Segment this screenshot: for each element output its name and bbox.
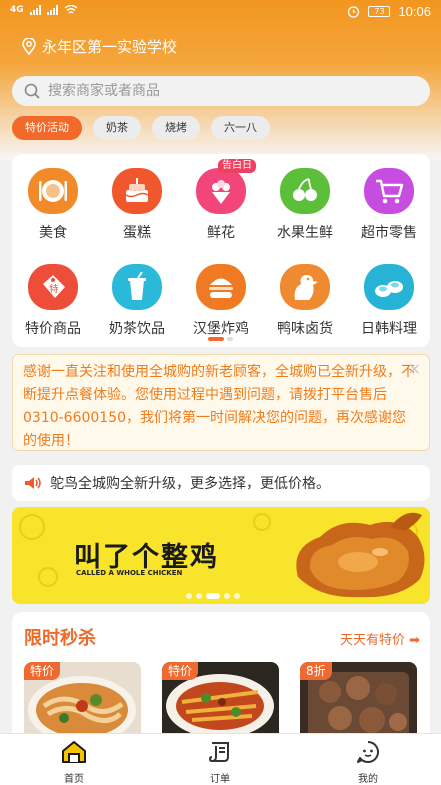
product-tag: 特价 <box>162 662 199 680</box>
category-label: 超市零售 <box>361 225 417 241</box>
flash-product-card[interactable]: 特价 <box>24 662 141 737</box>
food-icon <box>28 168 78 214</box>
category-label: 蛋糕 <box>123 225 151 241</box>
category-fruit[interactable]: 水果生鲜 <box>264 168 346 242</box>
banner-subtitle: CALLED A WHOLE CHICKEN <box>76 569 183 577</box>
category-page-indicator <box>208 337 233 341</box>
search-input[interactable] <box>48 83 388 99</box>
banner-page-indicator <box>186 593 240 599</box>
tab-label: 首页 <box>64 774 84 785</box>
status-bar: 4G 73 10:06 <box>0 0 441 26</box>
category-supermarket[interactable]: 超市零售 <box>348 168 430 242</box>
category-label: 鸭味卤货 <box>277 321 333 337</box>
category-label: 汉堡炸鸡 <box>193 321 249 337</box>
fried-chicken-image <box>296 512 425 598</box>
product-tag: 8折 <box>300 662 332 680</box>
category-specials[interactable]: 特 特价商品 <box>12 264 94 338</box>
drink-icon <box>112 264 162 310</box>
sushi-icon <box>364 264 414 310</box>
category-label: 日韩料理 <box>361 321 417 337</box>
chip-special-offer[interactable]: 特价活动 <box>12 116 82 140</box>
location-selector[interactable]: 永年区第一实验学校 <box>22 36 177 57</box>
signal-icon-2 <box>46 5 58 15</box>
category-food[interactable]: 美食 <box>12 168 94 242</box>
flash-product-card[interactable]: 8折 <box>300 662 417 737</box>
signal-icon <box>29 5 41 15</box>
wifi-icon <box>64 5 78 14</box>
cake-icon <box>112 168 162 214</box>
tab-label: 我的 <box>358 774 378 785</box>
flower-icon: 告白日 <box>196 159 256 214</box>
search-icon <box>24 83 40 99</box>
flash-product-card[interactable]: 特价 <box>162 662 279 737</box>
category-duck[interactable]: 鸭味卤货 <box>264 264 346 338</box>
hot-tags: 特价活动 奶茶 烧烤 六一八 <box>12 116 270 140</box>
category-label: 水果生鲜 <box>277 225 333 241</box>
category-label: 奶茶饮品 <box>109 321 165 337</box>
price-tag-icon: 特 <box>28 264 78 310</box>
announcement-text: 鸵鸟全城购全新升级，更多选择，更低价格。 <box>50 476 330 492</box>
svg-text:特: 特 <box>49 283 58 295</box>
announcement-bar[interactable]: 鸵鸟全城购全新升级，更多选择，更低价格。 <box>12 465 430 501</box>
arrow-right-icon: ➡ <box>404 633 420 648</box>
home-icon <box>62 741 86 763</box>
location-name: 永年区第一实验学校 <box>42 38 178 56</box>
category-grid: 美食 蛋糕 告白日 鲜花 水果生鲜 超市零售 特 特价商品 奶茶饮品 汉堡炸鸡 … <box>12 154 430 347</box>
burger-icon <box>196 264 246 310</box>
category-label: 美食 <box>39 225 67 241</box>
profile-icon <box>357 741 379 763</box>
alarm-icon <box>348 6 360 18</box>
flash-sale-title: 限时秒杀 <box>24 628 96 649</box>
notice-box: × 感谢一直关注和使用全城购的新老顾客，全城购已全新升级，不断提升点餐体验。您使… <box>12 354 430 451</box>
tab-orders[interactable]: 订单 <box>190 740 250 785</box>
product-tag: 特价 <box>24 662 61 680</box>
tab-home[interactable]: 首页 <box>44 740 104 785</box>
chip-bbq[interactable]: 烧烤 <box>152 116 200 140</box>
battery-icon: 73 <box>368 6 391 17</box>
promo-banner[interactable]: 叫了个整鸡 CALLED A WHOLE CHICKEN <box>12 507 430 604</box>
location-pin-icon <box>22 38 36 55</box>
speaker-icon <box>25 477 41 489</box>
status-time: 10:06 <box>398 4 431 19</box>
notice-text: 感谢一直关注和使用全城购的新老顾客，全城购已全新升级，不断提升点餐体验。您使用过… <box>23 364 415 449</box>
flash-sale-section: 限时秒杀 天天有特价 ➡ 特价 特价 8折 <box>12 612 430 737</box>
cart-icon <box>364 168 414 214</box>
duck-icon <box>280 264 330 310</box>
category-label: 特价商品 <box>25 321 81 337</box>
flash-sale-more-link[interactable]: 天天有特价 ➡ <box>340 629 420 648</box>
tab-profile[interactable]: 我的 <box>338 740 398 785</box>
category-flowers[interactable]: 告白日 鲜花 <box>180 159 262 242</box>
category-cake[interactable]: 蛋糕 <box>96 168 178 242</box>
bottom-tab-bar: 首页 订单 我的 <box>0 733 441 785</box>
network-type: 4G <box>10 5 24 15</box>
tab-label: 订单 <box>210 774 230 785</box>
category-japanese-korean[interactable]: 日韩料理 <box>348 264 430 338</box>
chip-618[interactable]: 六一八 <box>211 116 270 140</box>
category-badge: 告白日 <box>218 159 256 173</box>
chip-milk-tea[interactable]: 奶茶 <box>93 116 141 140</box>
category-label: 鲜花 <box>207 225 235 241</box>
category-drinks[interactable]: 奶茶饮品 <box>96 264 178 338</box>
flash-sale-more-label: 天天有特价 <box>339 633 405 648</box>
search-bar[interactable] <box>12 76 430 106</box>
category-burgers[interactable]: 汉堡炸鸡 <box>180 264 262 338</box>
fruit-icon <box>280 168 330 214</box>
order-icon <box>208 742 229 762</box>
close-icon[interactable]: × <box>408 357 421 380</box>
